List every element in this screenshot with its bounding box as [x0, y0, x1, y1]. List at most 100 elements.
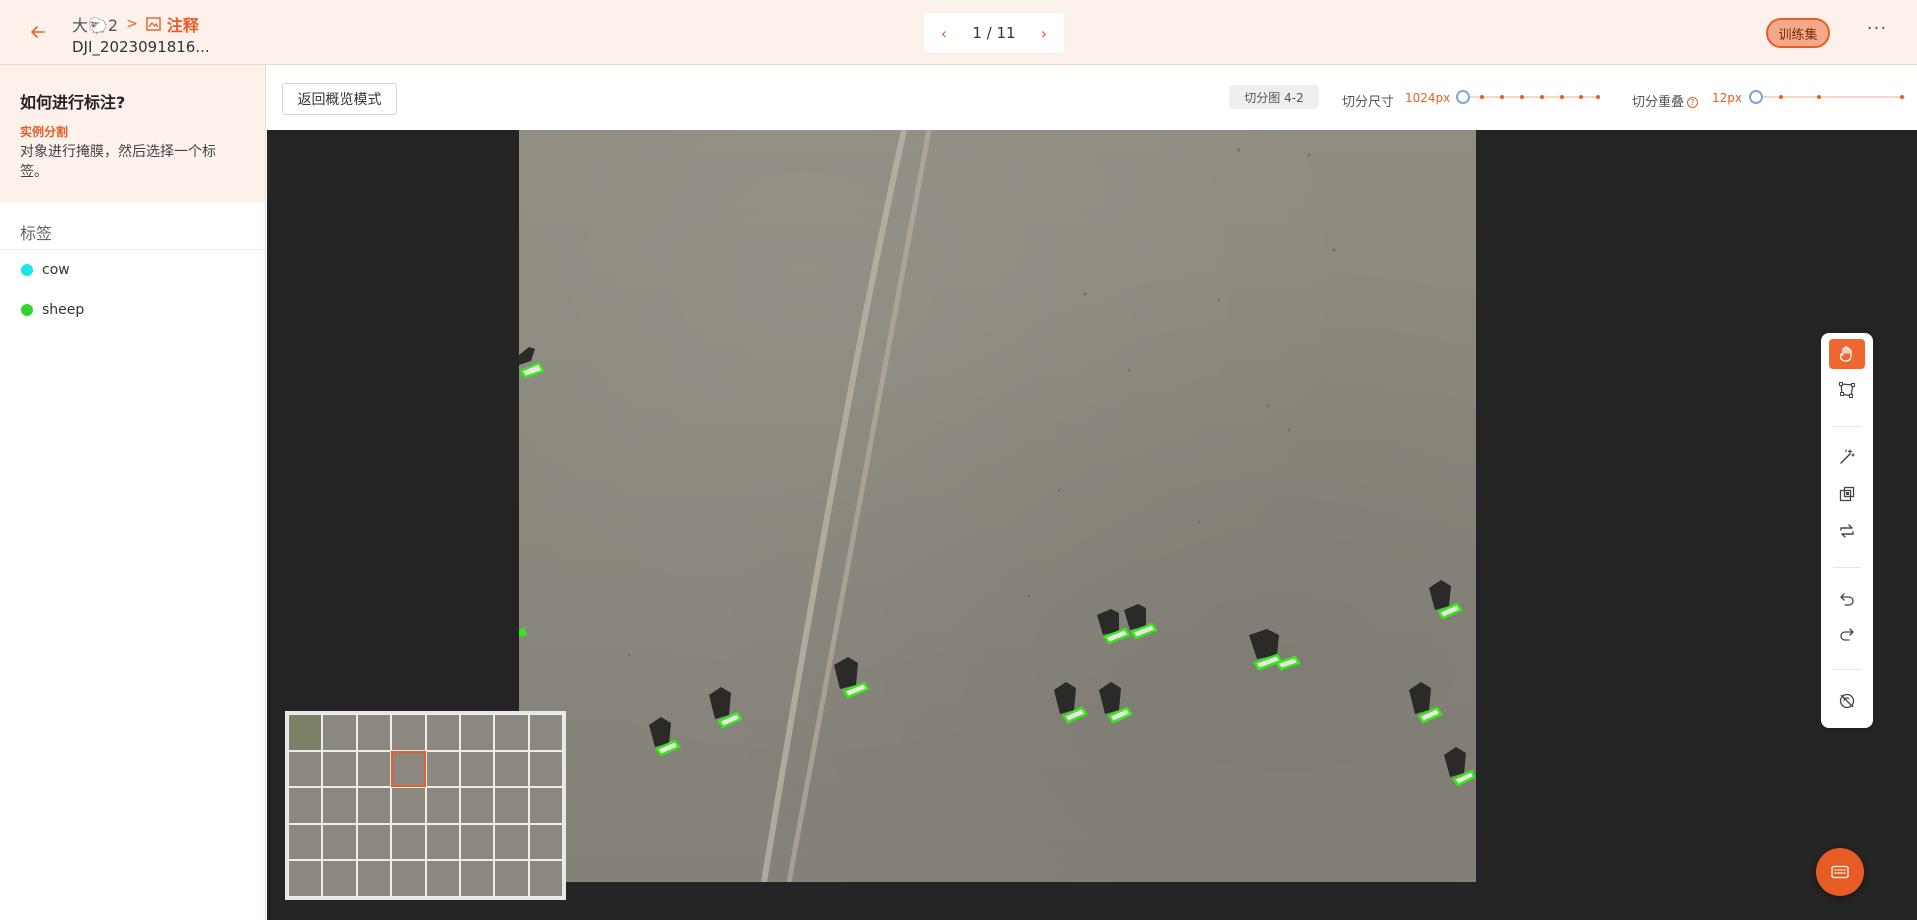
prev-image-button[interactable]: ‹ — [936, 24, 952, 43]
minimap-cell[interactable] — [528, 787, 563, 824]
minimap-cell[interactable] — [288, 787, 323, 824]
tile-size-label: 切分尺寸 — [1342, 95, 1395, 110]
minimap-cell[interactable] — [322, 714, 357, 751]
box-select-icon — [1839, 486, 1855, 502]
minimap-cell[interactable] — [494, 823, 529, 861]
next-image-button[interactable]: › — [1036, 24, 1052, 43]
minimap-cell[interactable] — [528, 750, 563, 788]
minimap-cell-active[interactable] — [391, 750, 426, 788]
minimap-cell[interactable] — [322, 787, 357, 824]
magic-wand-tool-button[interactable] — [1829, 442, 1865, 472]
labels-title: 标签 — [0, 208, 265, 250]
minimap-cell[interactable] — [356, 823, 392, 861]
pan-tool-button[interactable] — [1829, 339, 1865, 369]
back-to-overview-button[interactable]: 返回概览模式 — [282, 83, 397, 115]
file-name: DJI_2023091816... — [72, 38, 210, 56]
label-item-cow[interactable]: cow — [0, 250, 265, 290]
label-item-sheep[interactable]: sheep — [0, 290, 265, 330]
minimap-cell[interactable] — [288, 860, 323, 897]
minimap-cell[interactable] — [356, 860, 392, 897]
label-color-dot — [21, 264, 33, 276]
minimap-grid — [288, 714, 563, 897]
minimap-cell[interactable] — [425, 823, 460, 861]
minimap-cell[interactable] — [391, 714, 426, 751]
slider-thumb[interactable] — [1456, 90, 1470, 104]
tile-overlap-label-text: 切分重叠 — [1632, 95, 1685, 110]
slider-tick — [1520, 95, 1524, 99]
label-color-dot — [21, 304, 33, 316]
redo-icon — [1840, 628, 1854, 641]
minimap-cell[interactable] — [425, 750, 460, 788]
polygon-tool-button[interactable] — [1829, 375, 1865, 405]
minimap-cell[interactable] — [459, 860, 495, 897]
minimap-cell[interactable] — [528, 823, 563, 861]
minimap-cell[interactable] — [356, 714, 392, 751]
hide-icon — [1839, 693, 1855, 709]
minimap-cell[interactable] — [391, 787, 426, 824]
minimap-cell[interactable] — [391, 823, 426, 861]
image-pager: ‹ 1 / 11 › — [924, 13, 1064, 53]
minimap-cell[interactable] — [322, 823, 357, 861]
image-icon — [146, 17, 161, 31]
minimap-cell[interactable] — [459, 787, 495, 824]
minimap-cell[interactable] — [288, 714, 323, 751]
howto-panel: 如何进行标注? 实例分割 对象进行掩膜，然后选择一个标签。 — [0, 65, 265, 202]
keyboard-shortcuts-button[interactable] — [1816, 848, 1864, 896]
minimap[interactable] — [285, 711, 566, 900]
minimap-cell[interactable] — [425, 860, 460, 897]
train-set-button[interactable]: 训练集 — [1766, 18, 1830, 48]
slider-tick — [1480, 95, 1484, 99]
back-button[interactable] — [26, 20, 50, 44]
image-content — [519, 130, 1476, 882]
aerial-image[interactable] — [519, 130, 1476, 882]
minimap-cell[interactable] — [356, 787, 392, 824]
howto-title: 如何进行标注? — [20, 93, 126, 112]
minimap-cell[interactable] — [494, 714, 529, 751]
breadcrumb: 大🐑2 > 注释 — [72, 12, 199, 36]
howto-description: 对象进行掩膜，然后选择一个标签。 — [20, 144, 216, 180]
undo-button[interactable] — [1829, 584, 1865, 614]
swap-tool-button[interactable] — [1829, 516, 1865, 546]
tool-divider — [1833, 426, 1861, 427]
minimap-cell[interactable] — [459, 750, 495, 788]
slider-thumb[interactable] — [1749, 90, 1763, 104]
minimap-cell[interactable] — [391, 860, 426, 897]
minimap-cell[interactable] — [528, 860, 563, 897]
minimap-cell[interactable] — [288, 823, 323, 861]
tile-size-slider[interactable] — [1456, 90, 1600, 104]
minimap-cell[interactable] — [322, 750, 357, 788]
undo-icon — [1840, 593, 1854, 606]
help-icon[interactable]: ? — [1687, 97, 1699, 108]
tile-size-value: 1024px — [1405, 91, 1451, 105]
annotation-canvas[interactable] — [267, 130, 1917, 920]
arrow-left-icon — [31, 26, 45, 38]
more-menu-button[interactable]: ··· — [1862, 18, 1892, 42]
redo-button[interactable] — [1829, 619, 1865, 649]
tile-overlap-slider[interactable] — [1749, 90, 1905, 104]
tile-overlap-value: 12px — [1712, 91, 1742, 105]
minimap-cell[interactable] — [288, 750, 323, 788]
minimap-cell[interactable] — [494, 860, 529, 897]
breadcrumb-current-label: 注释 — [166, 16, 199, 35]
hide-annotations-button[interactable] — [1829, 686, 1865, 716]
minimap-cell[interactable] — [528, 714, 563, 751]
magic-wand-icon — [1840, 449, 1855, 464]
minimap-cell[interactable] — [425, 787, 460, 824]
minimap-cell[interactable] — [494, 787, 529, 824]
minimap-cell[interactable] — [494, 750, 529, 788]
breadcrumb-project[interactable]: 大🐑2 — [72, 12, 118, 36]
tool-divider — [1833, 669, 1861, 670]
minimap-cell[interactable] — [459, 714, 495, 751]
minimap-cell[interactable] — [356, 750, 392, 788]
minimap-cell[interactable] — [322, 860, 357, 897]
label-list: cow sheep — [0, 250, 265, 330]
swap-icon — [1840, 524, 1854, 538]
minimap-cell[interactable] — [459, 823, 495, 861]
pager-indicator: 1 / 11 — [972, 24, 1016, 42]
box-select-tool-button[interactable] — [1829, 479, 1865, 509]
label-name: cow — [42, 262, 70, 278]
left-sidebar: 如何进行标注? 实例分割 对象进行掩膜，然后选择一个标签。 标签 cow she… — [0, 65, 266, 920]
slider-tick — [1900, 95, 1904, 99]
minimap-cell[interactable] — [425, 714, 460, 751]
top-header: 大🐑2 > 注释 DJI_2023091816... ‹ 1 / 11 › 训练… — [0, 0, 1917, 65]
